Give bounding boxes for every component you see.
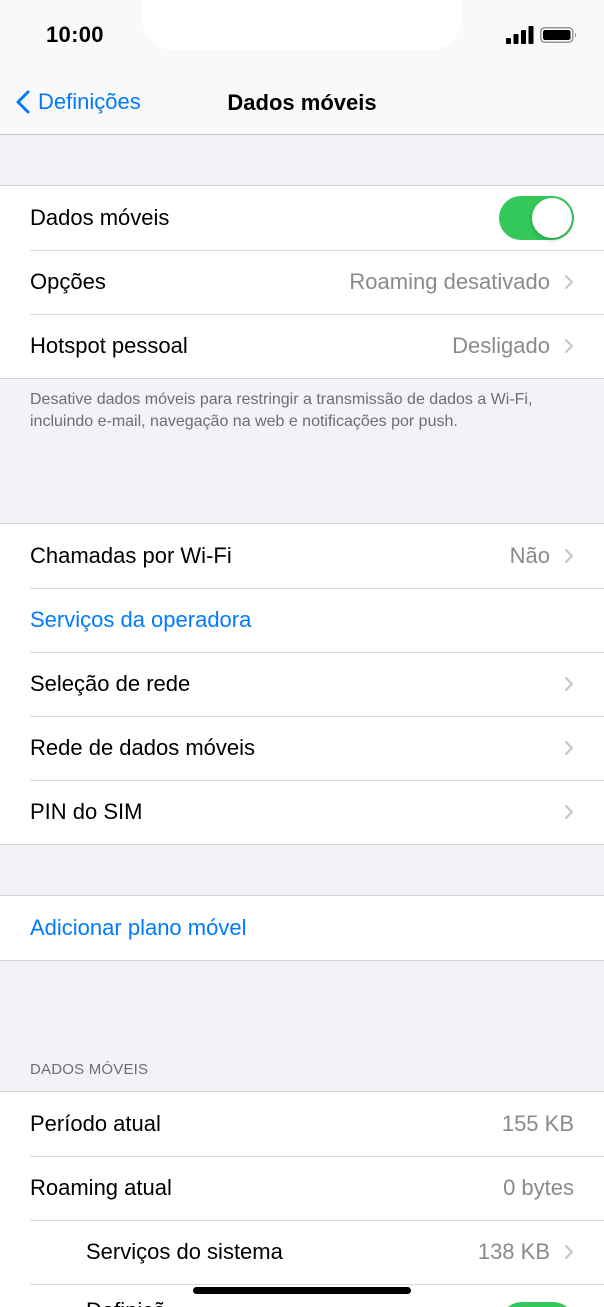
notch <box>143 0 461 50</box>
navigation-bar: Definições Dados móveis <box>0 70 604 135</box>
mobile-data-row: Dados móveis <box>0 186 604 250</box>
sim-pin-label: PIN do SIM <box>30 799 143 824</box>
page-title: Dados móveis <box>227 90 377 115</box>
status-bar: 10:00 <box>0 0 604 70</box>
current-roaming-value: 0 bytes <box>503 1175 574 1200</box>
wifi-calls-label: Chamadas por Wi-Fi <box>30 543 232 568</box>
add-plan-row[interactable]: Adicionar plano móvel <box>0 896 604 960</box>
network-selection-row[interactable]: Seleção de rede <box>0 652 604 716</box>
mobile-data-toggle[interactable] <box>499 196 574 240</box>
sim-pin-row[interactable]: PIN do SIM <box>0 780 604 844</box>
current-roaming-row: Roaming atual 0 bytes <box>0 1156 604 1220</box>
status-time: 10:00 <box>46 22 104 47</box>
wifi-calls-row[interactable]: Chamadas por Wi-Fi Não <box>0 524 604 588</box>
battery-icon <box>540 27 577 43</box>
mobile-data-group: Dados móveis Opções Roaming desativado H… <box>0 185 604 379</box>
wifi-calls-value: Não <box>509 543 550 568</box>
system-services-value: 138 KB <box>477 1239 550 1264</box>
mobile-data-network-label: Rede de dados móveis <box>30 735 256 760</box>
personal-hotspot-row[interactable]: Hotspot pessoal Desligado <box>0 314 604 378</box>
current-roaming-label: Roaming atual <box>30 1175 172 1200</box>
settings-app-label: Definiçõ <box>86 1298 165 1307</box>
options-value: Roaming desativado <box>349 269 550 294</box>
network-group: Chamadas por Wi-Fi Não Serviços da opera… <box>0 523 604 845</box>
add-mobile-plan-link[interactable]: Adicionar plano móvel <box>30 915 574 941</box>
carrier-services-row[interactable]: Serviços da operadora <box>0 588 604 652</box>
network-selection-label: Seleção de rede <box>30 671 191 696</box>
chevron-right-icon <box>565 275 573 289</box>
carrier-services-link[interactable]: Serviços da operadora <box>30 607 574 633</box>
mobile-data-network-row[interactable]: Rede de dados móveis <box>0 716 604 780</box>
options-label: Opções <box>30 269 106 294</box>
toggle-knob <box>532 198 572 238</box>
chevron-right-icon <box>565 339 573 353</box>
usage-section-header: DADOS MÓVEIS <box>30 1061 149 1078</box>
mobile-data-label: Dados móveis <box>30 205 170 230</box>
options-row[interactable]: Opções Roaming desativado <box>0 250 604 314</box>
settings-app-toggle[interactable] <box>500 1302 575 1307</box>
usage-group: Período atual 155 KB Roaming atual 0 byt… <box>0 1091 604 1284</box>
current-period-row: Período atual 155 KB <box>0 1092 604 1156</box>
system-services-row[interactable]: Serviços do sistema 138 KB <box>0 1220 604 1284</box>
chevron-right-icon <box>565 549 573 563</box>
cellular-signal-icon <box>506 26 534 44</box>
chevron-right-icon <box>565 741 573 755</box>
personal-hotspot-value: Desligado <box>452 333 550 358</box>
system-services-label: Serviços do sistema <box>86 1239 283 1264</box>
personal-hotspot-label: Hotspot pessoal <box>30 333 188 358</box>
home-indicator[interactable] <box>193 1287 411 1294</box>
add-plan-group: Adicionar plano móvel <box>0 895 604 961</box>
chevron-right-icon <box>565 677 573 691</box>
chevron-right-icon <box>565 805 573 819</box>
mobile-data-footer: Desative dados móveis para restringir a … <box>30 391 533 430</box>
current-period-label: Período atual <box>30 1111 161 1136</box>
current-period-value: 155 KB <box>501 1111 574 1136</box>
chevron-right-icon <box>565 1245 573 1259</box>
